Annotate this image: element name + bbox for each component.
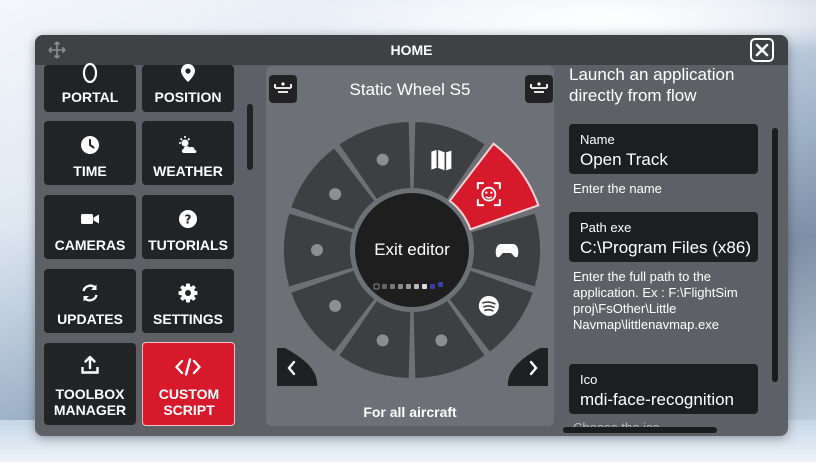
editor-heading: Launch an application directly from flow [569,65,735,105]
tutorials-tile[interactable]: ? TUTORIALS [142,195,234,259]
empty-slot-dot [311,244,323,256]
map-icon [431,149,452,171]
swap-left-button[interactable] [269,75,297,103]
svg-text:?: ? [185,213,192,227]
path-exe-field[interactable]: Path exe C:\Program Files (x86) [569,212,758,262]
code-tags-icon [175,358,201,376]
weather-partly-cloudy-icon [179,136,197,153]
custom-script-tile[interactable]: CUSTOM SCRIPT [142,342,235,426]
next-page-button[interactable] [506,346,548,388]
editor-horizontal-scrollbar[interactable] [563,427,717,433]
custom-script-label-line2: SCRIPT [163,402,215,418]
previous-page-button[interactable] [275,346,318,388]
cameras-tile[interactable]: CAMERAS [44,195,136,259]
editor-scrollbar[interactable] [772,128,778,382]
updates-label: UPDATES [57,311,123,327]
time-tile[interactable]: TIME [44,121,136,185]
ico-field-label: Ico [580,372,598,387]
chevron-left-icon [277,348,318,386]
weather-tile[interactable]: WEATHER [142,121,234,185]
path-exe-field-label: Path exe [580,220,632,235]
gear-icon [178,283,198,303]
path-exe-hint: Enter the full path to the application. … [573,269,738,332]
settings-tile[interactable]: SETTINGS [142,269,234,333]
settings-label: SETTINGS [152,311,223,327]
name-field[interactable]: Name Open Track [569,124,758,174]
tutorials-label: TUTORIALS [148,237,228,253]
time-label: TIME [73,163,107,179]
video-camera-icon [81,214,99,224]
help-circle-icon: ? [179,210,197,228]
close-icon [755,43,769,57]
weather-label: WEATHER [153,163,223,179]
name-field-label: Name [580,132,615,147]
map-marker-icon [181,64,195,82]
position-label: POSITION [154,89,222,105]
upload-icon [81,355,99,374]
swap-icon [274,82,292,93]
clock-icon [81,136,99,154]
toolbox-manager-tile[interactable]: TOOLBOX MANAGER [44,343,136,425]
wheel-footer: For all aircraft [363,404,457,420]
spotify-icon [478,295,499,316]
portal-tile[interactable]: PORTAL [44,63,136,112]
toolbox-manager-label-line2: MANAGER [53,402,127,418]
empty-slot-dot [376,153,389,166]
close-button[interactable] [750,38,774,62]
exit-editor-label: Exit editor [374,240,450,259]
empty-slot-dot [376,334,389,347]
chevron-right-icon [507,348,548,386]
portal-label: PORTAL [61,89,119,105]
cameras-label: CAMERAS [54,237,126,253]
name-hint: Enter the name [573,181,662,196]
empty-slot-dot [435,334,448,347]
ico-field[interactable]: Ico mdi-face-recognition [569,364,758,414]
empty-slot-dot [329,299,342,312]
title-bar[interactable]: HOME [35,35,788,65]
wheel-title: Static Wheel S5 [349,80,471,99]
swap-right-button[interactable] [525,75,553,103]
toolbox-manager-label-line1: TOOLBOX [55,386,125,402]
updates-tile[interactable]: UPDATES [44,269,136,333]
window-title: HOME [390,42,433,58]
portal-icon [82,63,98,83]
sidebar-scrollbar[interactable] [247,104,253,170]
path-exe-input[interactable]: C:\Program Files (x86) [580,238,758,258]
page-indicator-dots [373,282,443,290]
position-tile[interactable]: POSITION [142,64,234,112]
empty-slot-dot [329,188,342,201]
swap-icon [530,82,548,93]
custom-script-label-line1: CUSTOM [158,386,220,402]
refresh-icon [82,284,98,302]
name-input[interactable]: Open Track [580,150,758,170]
ico-input[interactable]: mdi-face-recognition [580,390,758,410]
